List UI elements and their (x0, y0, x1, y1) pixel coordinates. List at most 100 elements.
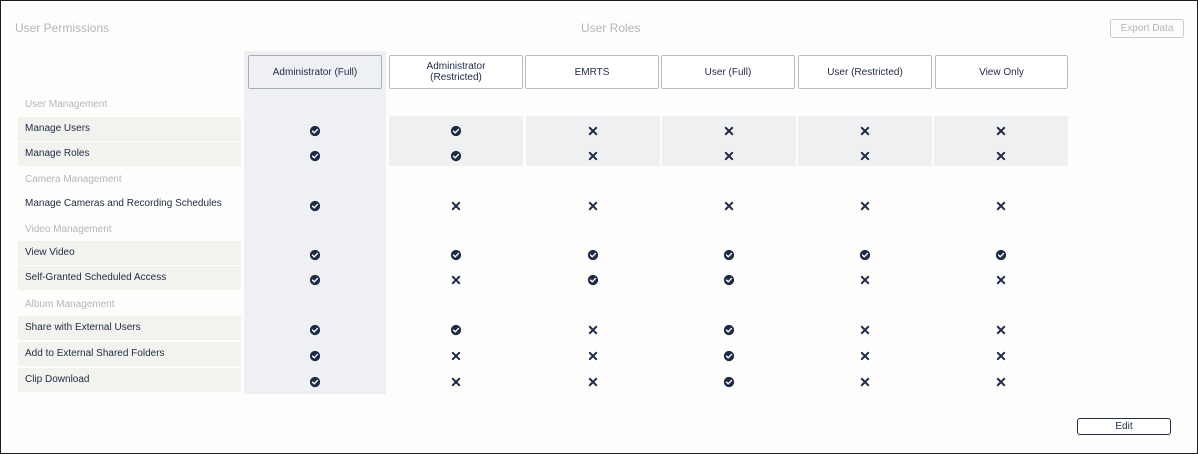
check-circle-icon (309, 374, 321, 387)
permission-cell (662, 315, 796, 340)
check-circle-icon (450, 247, 462, 260)
check-circle-icon (995, 247, 1007, 260)
permission-cell (248, 116, 382, 141)
cross-icon (588, 348, 599, 360)
cross-icon (588, 198, 599, 210)
permission-cell (389, 240, 523, 265)
permission-cell (798, 315, 932, 340)
cross-icon (588, 148, 599, 160)
cross-icon (996, 272, 1007, 284)
cross-icon (996, 148, 1007, 160)
permission-label: Clip Download (25, 374, 90, 385)
permission-cell (798, 191, 932, 216)
check-circle-icon (309, 348, 321, 361)
cross-icon (724, 198, 735, 210)
permission-label: View Video (25, 247, 75, 258)
cross-icon (588, 374, 599, 386)
cross-icon (860, 374, 871, 386)
permission-cell (934, 315, 1068, 340)
permission-cell (798, 341, 932, 366)
permission-cell (526, 141, 660, 166)
cross-icon (451, 272, 462, 284)
permission-cell (389, 341, 523, 366)
edit-button[interactable]: Edit (1077, 418, 1171, 435)
permission-label: Self-Granted Scheduled Access (25, 272, 167, 283)
permission-cell (798, 116, 932, 141)
cross-icon (588, 123, 599, 135)
permission-cell (934, 265, 1068, 290)
check-circle-icon (309, 198, 321, 211)
permission-cell (934, 240, 1068, 265)
permission-cell (248, 341, 382, 366)
check-circle-icon (309, 148, 321, 161)
check-circle-icon (309, 322, 321, 335)
permission-cell (934, 341, 1068, 366)
permission-row: Manage Roles (18, 142, 241, 166)
role-header-emrts[interactable]: EMRTS (525, 55, 659, 89)
section-label: Album Management (25, 299, 115, 310)
check-circle-icon (450, 148, 462, 161)
permission-cell (798, 367, 932, 392)
permission-cell (662, 116, 796, 141)
permission-cell (389, 265, 523, 290)
permission-label: Share with External Users (25, 322, 141, 333)
permission-cell (526, 191, 660, 216)
cross-icon (860, 272, 871, 284)
cross-icon (860, 322, 871, 334)
cross-icon (451, 348, 462, 360)
role-header-user-full[interactable]: User (Full) (661, 55, 795, 89)
permission-cell (248, 141, 382, 166)
permission-cell (389, 315, 523, 340)
check-circle-icon (723, 322, 735, 335)
cross-icon (588, 322, 599, 334)
check-circle-icon (723, 348, 735, 361)
permission-row: Manage Users (18, 117, 241, 141)
permission-row: Share with External Users (18, 316, 241, 340)
check-circle-icon (587, 247, 599, 260)
role-header-administrator-full[interactable]: Administrator (Full) (248, 55, 382, 89)
cross-icon (996, 322, 1007, 334)
permission-cell (526, 240, 660, 265)
permission-cell (662, 240, 796, 265)
permission-cell (248, 367, 382, 392)
role-header-view-only[interactable]: View Only (935, 55, 1068, 89)
permission-cell (934, 367, 1068, 392)
check-circle-icon (309, 247, 321, 260)
role-header-administrator-restricted[interactable]: Administrator (Restricted) (389, 55, 523, 89)
permission-cell (662, 191, 796, 216)
permission-row: View Video (18, 241, 241, 265)
page-header-left: User Permissions (15, 21, 110, 35)
permission-cell (526, 315, 660, 340)
permission-row: Add to External Shared Folders (18, 342, 241, 366)
cross-icon (860, 148, 871, 160)
check-circle-icon (309, 123, 321, 136)
permission-cell (662, 141, 796, 166)
permission-cell (389, 141, 523, 166)
cross-icon (451, 198, 462, 210)
cross-icon (996, 198, 1007, 210)
permission-cell (389, 191, 523, 216)
cross-icon (451, 374, 462, 386)
permission-cell (662, 367, 796, 392)
permission-cell (526, 116, 660, 141)
cross-icon (996, 374, 1007, 386)
check-circle-icon (309, 272, 321, 285)
permission-row: Manage Cameras and Recording Schedules (18, 192, 241, 216)
permission-cell (526, 265, 660, 290)
permission-cell (798, 240, 932, 265)
role-header-user-restricted[interactable]: User (Restricted) (798, 55, 932, 89)
check-circle-icon (587, 272, 599, 285)
check-circle-icon (723, 247, 735, 260)
permission-row: Self-Granted Scheduled Access (18, 266, 241, 290)
export-data-button[interactable]: Export Data (1110, 19, 1184, 38)
cross-icon (724, 123, 735, 135)
cross-icon (860, 348, 871, 360)
permission-label: Manage Cameras and Recording Schedules (25, 198, 222, 209)
permission-cell (389, 367, 523, 392)
check-circle-icon (723, 374, 735, 387)
cross-icon (996, 123, 1007, 135)
permission-label: Manage Roles (25, 148, 90, 159)
permission-cell (389, 116, 523, 141)
check-circle-icon (450, 322, 462, 335)
permission-row: Clip Download (18, 368, 241, 392)
